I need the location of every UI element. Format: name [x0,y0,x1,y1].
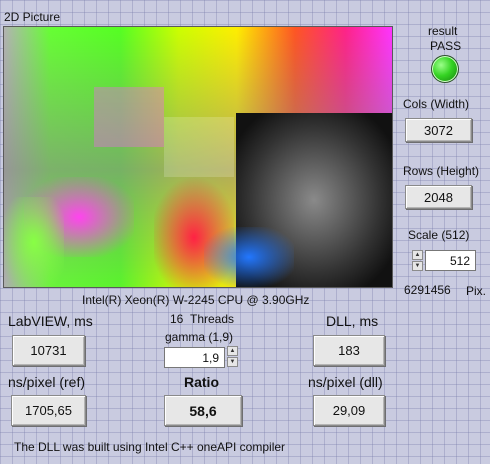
ns-pixel-dll-label: ns/pixel (dll) [308,374,383,390]
result-led-indicator [431,55,459,83]
dll-ms-indicator: 183 [313,335,385,366]
ratio-label: Ratio [184,374,219,390]
ratio-indicator: 58,6 [164,395,242,426]
gamma-input[interactable]: 1,9 [164,347,225,368]
rows-label: Rows (Height) [403,164,480,178]
cols-indicator: 3072 [405,118,472,142]
scale-increment-button[interactable]: ▲ [412,250,423,260]
picture-label: 2D Picture [4,10,61,24]
picture-canvas [4,27,392,287]
scale-label: Scale (512) [408,228,470,242]
compiler-note: The DLL was built using Intel C++ oneAPI… [14,440,286,454]
pixel-count: 6291456 [404,283,451,297]
dll-ms-label: DLL, ms [326,313,379,329]
cpu-info: Intel(R) Xeon(R) W-2245 CPU @ 3.90GHz [82,293,310,307]
cols-label: Cols (Width) [403,97,470,111]
threads-count: 16 [170,312,184,326]
gamma-label: gamma (1,9) [165,330,234,344]
scale-decrement-button[interactable]: ▼ [412,261,423,271]
ns-pixel-dll-indicator: 29,09 [313,395,385,426]
ns-pixel-ref-label: ns/pixel (ref) [8,374,86,390]
picture-display[interactable] [3,26,393,288]
scale-input[interactable]: 512 [425,250,476,271]
gamma-decrement-button[interactable]: ▼ [227,357,238,367]
threads-label: Threads [190,312,235,326]
result-label: result [428,24,458,38]
scale-spinner[interactable]: ▲ ▼ [412,250,423,271]
rows-indicator: 2048 [405,185,472,209]
labview-ms-label: LabVIEW, ms [8,313,93,329]
gamma-spinner[interactable]: ▲ ▼ [227,346,238,367]
result-status: PASS [430,39,462,53]
ns-pixel-ref-indicator: 1705,65 [11,395,86,426]
gamma-increment-button[interactable]: ▲ [227,346,238,356]
pixel-unit: Pix. [466,284,487,298]
labview-ms-indicator: 10731 [12,335,85,366]
